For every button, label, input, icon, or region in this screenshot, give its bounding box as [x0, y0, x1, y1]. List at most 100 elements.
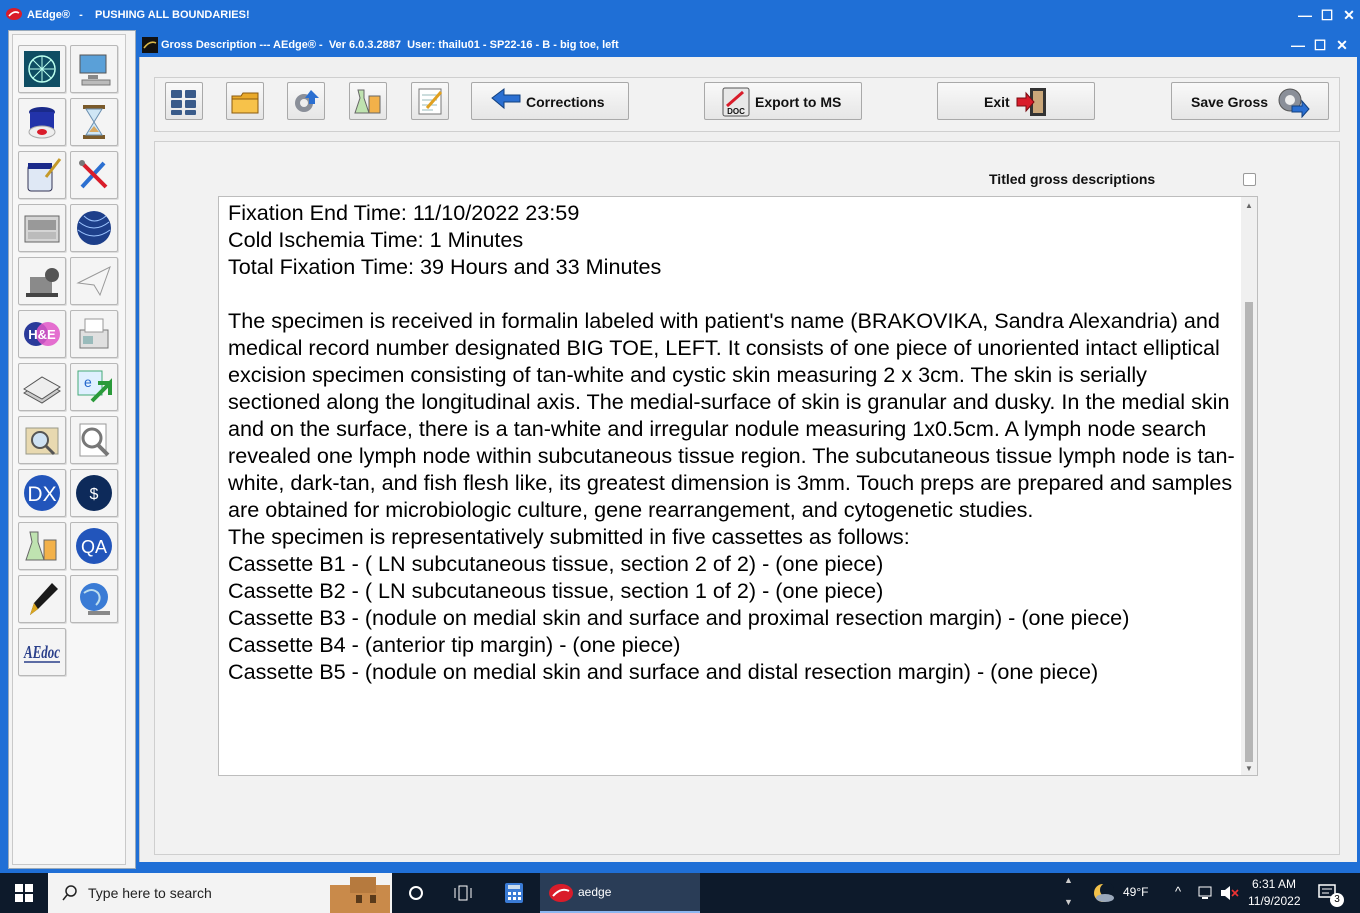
- vertical-scrollbar[interactable]: ▲ ▼: [1241, 197, 1257, 775]
- lab-flasks-icon: [25, 531, 57, 561]
- paint-jar-tool-button[interactable]: [18, 151, 66, 199]
- slides-stack-tool-button[interactable]: [18, 363, 66, 411]
- show-hidden-icons-icon[interactable]: ^: [1175, 884, 1181, 899]
- maximize-button[interactable]: ☐: [1316, 0, 1338, 30]
- specimen-jar-icon: [28, 107, 56, 139]
- calculator-button[interactable]: [491, 873, 537, 913]
- notes-button[interactable]: [411, 82, 449, 120]
- exit-door-icon: [1016, 88, 1046, 116]
- window-minimize-button[interactable]: —: [1287, 33, 1309, 57]
- task-switcher-button[interactable]: [440, 873, 486, 913]
- open-folder-button[interactable]: [226, 82, 264, 120]
- svg-text:QA: QA: [81, 537, 107, 557]
- tray-up-icon: ▲: [1064, 875, 1073, 885]
- magnifier-doc-tool-button[interactable]: [70, 416, 118, 464]
- scroll-down-icon[interactable]: ▼: [1245, 764, 1253, 773]
- close-button[interactable]: ✕: [1338, 0, 1360, 30]
- scroll-up-icon[interactable]: ▲: [1245, 201, 1253, 210]
- web-globe-icon: [80, 583, 110, 615]
- search-highlight-icon: [330, 877, 390, 913]
- exit-button[interactable]: Exit: [937, 82, 1095, 120]
- fax-machine-tool-button[interactable]: [70, 310, 118, 358]
- computer-tool-button[interactable]: [70, 45, 118, 93]
- exit-label: Exit: [984, 94, 1010, 110]
- dx-tool-button[interactable]: DX: [18, 469, 66, 517]
- sphere-tool-button[interactable]: [70, 204, 118, 252]
- dx-icon: DX: [24, 475, 60, 511]
- hourglass-icon: [83, 105, 105, 139]
- lab-button[interactable]: [349, 82, 387, 120]
- notifications-button[interactable]: 3: [1310, 873, 1350, 913]
- tray-scroll-button[interactable]: ▲ ▼: [1060, 873, 1078, 913]
- settings-upload-button[interactable]: [287, 82, 325, 120]
- corrections-label: Corrections: [526, 94, 605, 110]
- svg-text:AEdoc: AEdoc: [23, 642, 60, 662]
- magnifier-map-tool-button[interactable]: [18, 416, 66, 464]
- start-button[interactable]: [0, 873, 48, 913]
- svg-text:$: $: [90, 486, 99, 503]
- calculator-icon: [505, 883, 523, 903]
- magnifier-doc-icon: [79, 423, 110, 457]
- specimen-jar-tool-button[interactable]: [18, 98, 66, 146]
- minimize-button[interactable]: —: [1294, 0, 1316, 30]
- pen-tool-button[interactable]: [18, 575, 66, 623]
- svg-text:e: e: [84, 374, 92, 390]
- clock-time[interactable]: 6:31 AM: [1252, 877, 1296, 891]
- network-icon[interactable]: [1198, 886, 1216, 900]
- paper-plane-tool-button[interactable]: [70, 257, 118, 305]
- paint-jar-icon: [27, 158, 62, 192]
- clock-date[interactable]: 11/9/2022: [1248, 894, 1301, 908]
- ae-doc-icon: AEdoc: [23, 642, 60, 663]
- gear-save-icon: [1278, 88, 1310, 118]
- gross-description-textarea[interactable]: Fixation End Time: 11/10/2022 23:59 Cold…: [218, 196, 1258, 776]
- tray-down-icon: ▼: [1064, 897, 1073, 907]
- network-globe-tool-button[interactable]: [18, 45, 66, 93]
- lab-flasks-tool-button[interactable]: [18, 522, 66, 570]
- task-view-icon: [454, 885, 472, 901]
- fax-machine-icon: [79, 318, 109, 349]
- window-logo-icon: [142, 37, 158, 53]
- titled-descriptions-checkbox[interactable]: [1243, 173, 1256, 186]
- gross-description-window: Gross Description --- AEdge® - Ver 6.0.3…: [139, 33, 1357, 862]
- svg-text:H&E: H&E: [28, 327, 56, 342]
- gross-description-text: Fixation End Time: 11/10/2022 23:59 Cold…: [228, 200, 1235, 684]
- qa-icon: QA: [76, 528, 112, 564]
- corrections-button[interactable]: Corrections: [471, 82, 629, 120]
- hourglass-tool-button[interactable]: [70, 98, 118, 146]
- e-arrow-icon: e: [77, 370, 112, 403]
- window-maximize-button[interactable]: ☐: [1309, 33, 1331, 57]
- tools-tool-button[interactable]: [70, 151, 118, 199]
- window-titlebar: Gross Description --- AEdge® - Ver 6.0.3…: [139, 33, 1357, 57]
- taskbar-search[interactable]: Type here to search: [48, 873, 392, 913]
- task-view-button[interactable]: [393, 873, 439, 913]
- search-placeholder: Type here to search: [88, 885, 212, 901]
- he-stain-tool-button[interactable]: H&E: [18, 310, 66, 358]
- web-globe-tool-button[interactable]: [70, 575, 118, 623]
- app-titlebar: AEdge® - PUSHING ALL BOUNDARIES! — ☐ ✕: [0, 0, 1360, 30]
- aedge-taskbar-item[interactable]: aedge: [540, 873, 700, 913]
- sphere-icon: [77, 211, 111, 245]
- e-arrow-tool-button[interactable]: e: [70, 363, 118, 411]
- he-stain-icon: H&E: [24, 322, 60, 346]
- weather-temp[interactable]: 49°F: [1123, 885, 1148, 899]
- tissue-processor-tool-button[interactable]: [18, 204, 66, 252]
- grid-view-button[interactable]: [165, 82, 203, 120]
- export-to-ms-button[interactable]: DOC Export to MS: [704, 82, 862, 120]
- toolbar: Corrections DOC Export to MS Exit Save G…: [154, 77, 1340, 132]
- paper-plane-icon: [76, 265, 111, 297]
- qa-tool-button[interactable]: QA: [70, 522, 118, 570]
- billing-tool-button[interactable]: $: [70, 469, 118, 517]
- ae-doc-tool-button[interactable]: AEdoc: [18, 628, 66, 676]
- scroll-thumb[interactable]: [1245, 302, 1253, 762]
- volume-muted-icon[interactable]: [1220, 885, 1240, 901]
- save-gross-button[interactable]: Save Gross: [1171, 82, 1329, 120]
- doc-export-icon: DOC: [722, 87, 750, 117]
- window-body: Corrections DOC Export to MS Exit Save G…: [139, 57, 1357, 862]
- taskbar: Type here to search aedge ▲ ▼ 49°F ^ 6:3…: [0, 873, 1360, 913]
- microtome-tool-button[interactable]: [18, 257, 66, 305]
- weather-moon-icon: [1094, 883, 1114, 902]
- microtome-icon: [26, 268, 59, 297]
- cortana-icon: [409, 886, 423, 900]
- window-close-button[interactable]: ✕: [1331, 33, 1353, 57]
- computer-icon: [79, 54, 111, 86]
